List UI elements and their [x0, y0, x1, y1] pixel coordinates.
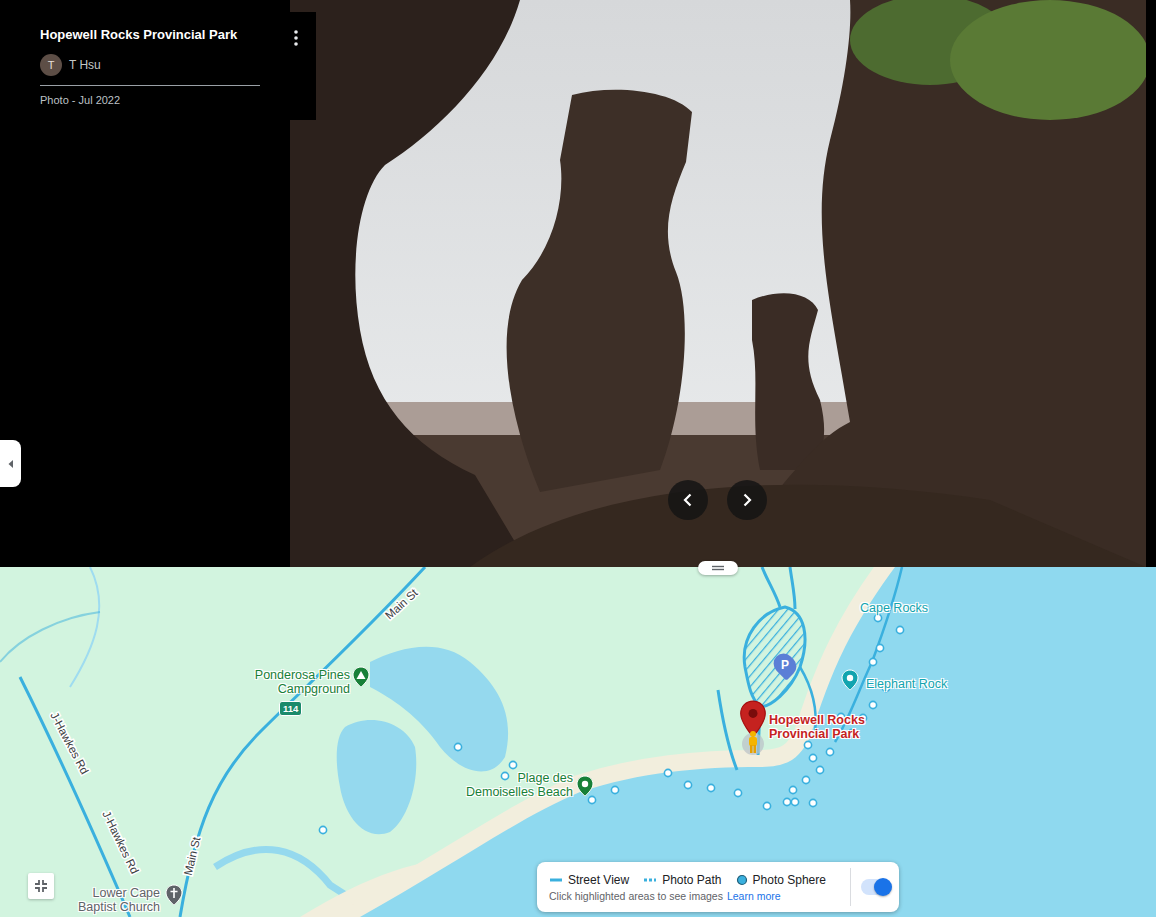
street-view-toggle[interactable] — [861, 879, 891, 895]
church-pin-icon[interactable] — [165, 884, 183, 906]
legend-hint: Click highlighted areas to see imagesLea… — [549, 890, 840, 902]
author-avatar[interactable]: T — [40, 54, 62, 76]
route-shield: 114 — [279, 701, 302, 716]
photo-sphere-dot[interactable] — [896, 626, 903, 633]
author-row[interactable]: T T Hsu — [40, 54, 260, 86]
photo-sphere-dot[interactable] — [611, 786, 618, 793]
pegman-icon[interactable] — [738, 727, 768, 757]
photo-sphere-dot[interactable] — [664, 769, 671, 776]
photo-sphere-dot[interactable] — [763, 802, 770, 809]
chevron-left-icon — [680, 492, 696, 508]
place-label[interactable]: Lower CapeBaptist Church — [78, 886, 160, 914]
photo-sphere-dot[interactable] — [789, 786, 796, 793]
resize-handle[interactable] — [698, 561, 738, 575]
road-label: Main St — [182, 835, 203, 876]
fullscreen-button[interactable] — [28, 873, 54, 899]
fullscreen-exit-icon — [34, 879, 48, 893]
road-label: Main St — [383, 586, 421, 622]
photo-sphere-dot[interactable] — [809, 799, 816, 806]
drag-handle-icon — [711, 565, 725, 571]
photo-sphere-dot[interactable] — [684, 781, 691, 788]
photo-image — [290, 0, 1146, 567]
legend-divider — [850, 868, 851, 906]
road-label: J-Hawkes Rd — [100, 809, 141, 876]
photo-sphere-dot[interactable] — [809, 754, 816, 761]
photo-sphere-dot[interactable] — [816, 766, 823, 773]
author-name[interactable]: T Hsu — [69, 58, 101, 72]
photo-sphere-dot[interactable] — [874, 614, 881, 621]
photo-sphere-dot[interactable] — [791, 798, 798, 805]
collapse-panel-button[interactable] — [0, 440, 21, 487]
photo-sphere-dot[interactable] — [804, 741, 811, 748]
photo-viewer: Hopewell Rocks Provincial Park T T Hsu Phot… — [0, 0, 1156, 567]
photo-sphere-dot[interactable] — [876, 644, 883, 651]
photo-sphere-dot[interactable] — [802, 776, 809, 783]
photo-sphere-dot-icon — [736, 874, 748, 886]
place-label[interactable]: Cape Rocks — [860, 601, 928, 615]
photo-sphere-dot[interactable] — [783, 798, 790, 805]
map[interactable]: Main St Main St J-Hawkes RdJ-Hawkes Rd 114 P… — [0, 567, 1156, 917]
attraction-pin-icon[interactable] — [841, 669, 859, 691]
campground-pin-icon[interactable] — [352, 666, 370, 688]
photo-sphere-dot[interactable] — [734, 789, 741, 796]
next-photo-button[interactable] — [727, 480, 767, 520]
photo-sphere-dot[interactable] — [454, 743, 461, 750]
beach-pin-icon[interactable] — [576, 775, 594, 797]
photo-info-card: Hopewell Rocks Provincial Park T T Hsu Phot… — [28, 12, 316, 120]
legend-item: Photo Sphere — [736, 873, 826, 887]
learn-more-link[interactable]: Learn more — [727, 890, 781, 902]
photo-sphere-dot[interactable] — [869, 701, 876, 708]
chevron-right-icon — [739, 492, 755, 508]
photo-sphere-dot[interactable] — [501, 772, 508, 779]
photo-sphere-dot[interactable] — [826, 748, 833, 755]
photo-date: Photo - Jul 2022 — [40, 94, 304, 106]
photo[interactable] — [290, 0, 1146, 567]
more-options-icon[interactable] — [288, 28, 304, 48]
street-view-legend: Street View Photo Path Photo Sphere Click h… — [537, 862, 899, 912]
photo-sphere-dot[interactable] — [509, 761, 516, 768]
caret-left-icon — [7, 459, 15, 469]
maps-photo-viewer: Hopewell Rocks Provincial Park T T Hsu Phot… — [0, 0, 1156, 917]
legend-item: Street View — [549, 873, 629, 887]
place-label[interactable]: Ponderosa PinesCampground — [255, 668, 350, 696]
photo-navigation — [668, 480, 767, 520]
legend-item: Photo Path — [643, 873, 721, 887]
photo-path-dashed-icon — [643, 877, 657, 883]
place-label[interactable]: Plage desDemoiselles Beach — [466, 771, 573, 799]
photo-sphere-dot[interactable] — [869, 658, 876, 665]
previous-photo-button[interactable] — [668, 480, 708, 520]
photo-sphere-dot[interactable] — [707, 784, 714, 791]
photo-sphere-dot[interactable] — [319, 826, 326, 833]
place-label[interactable]: Elephant Rock — [866, 677, 947, 691]
photo-sphere-dot[interactable] — [588, 796, 595, 803]
right-edge — [1146, 0, 1156, 567]
place-label[interactable]: Hopewell RocksProvincial Park — [769, 713, 865, 741]
place-title[interactable]: Hopewell Rocks Provincial Park — [40, 26, 237, 43]
street-view-line-icon — [549, 877, 563, 883]
road-label: J-Hawkes Rd — [48, 710, 91, 776]
